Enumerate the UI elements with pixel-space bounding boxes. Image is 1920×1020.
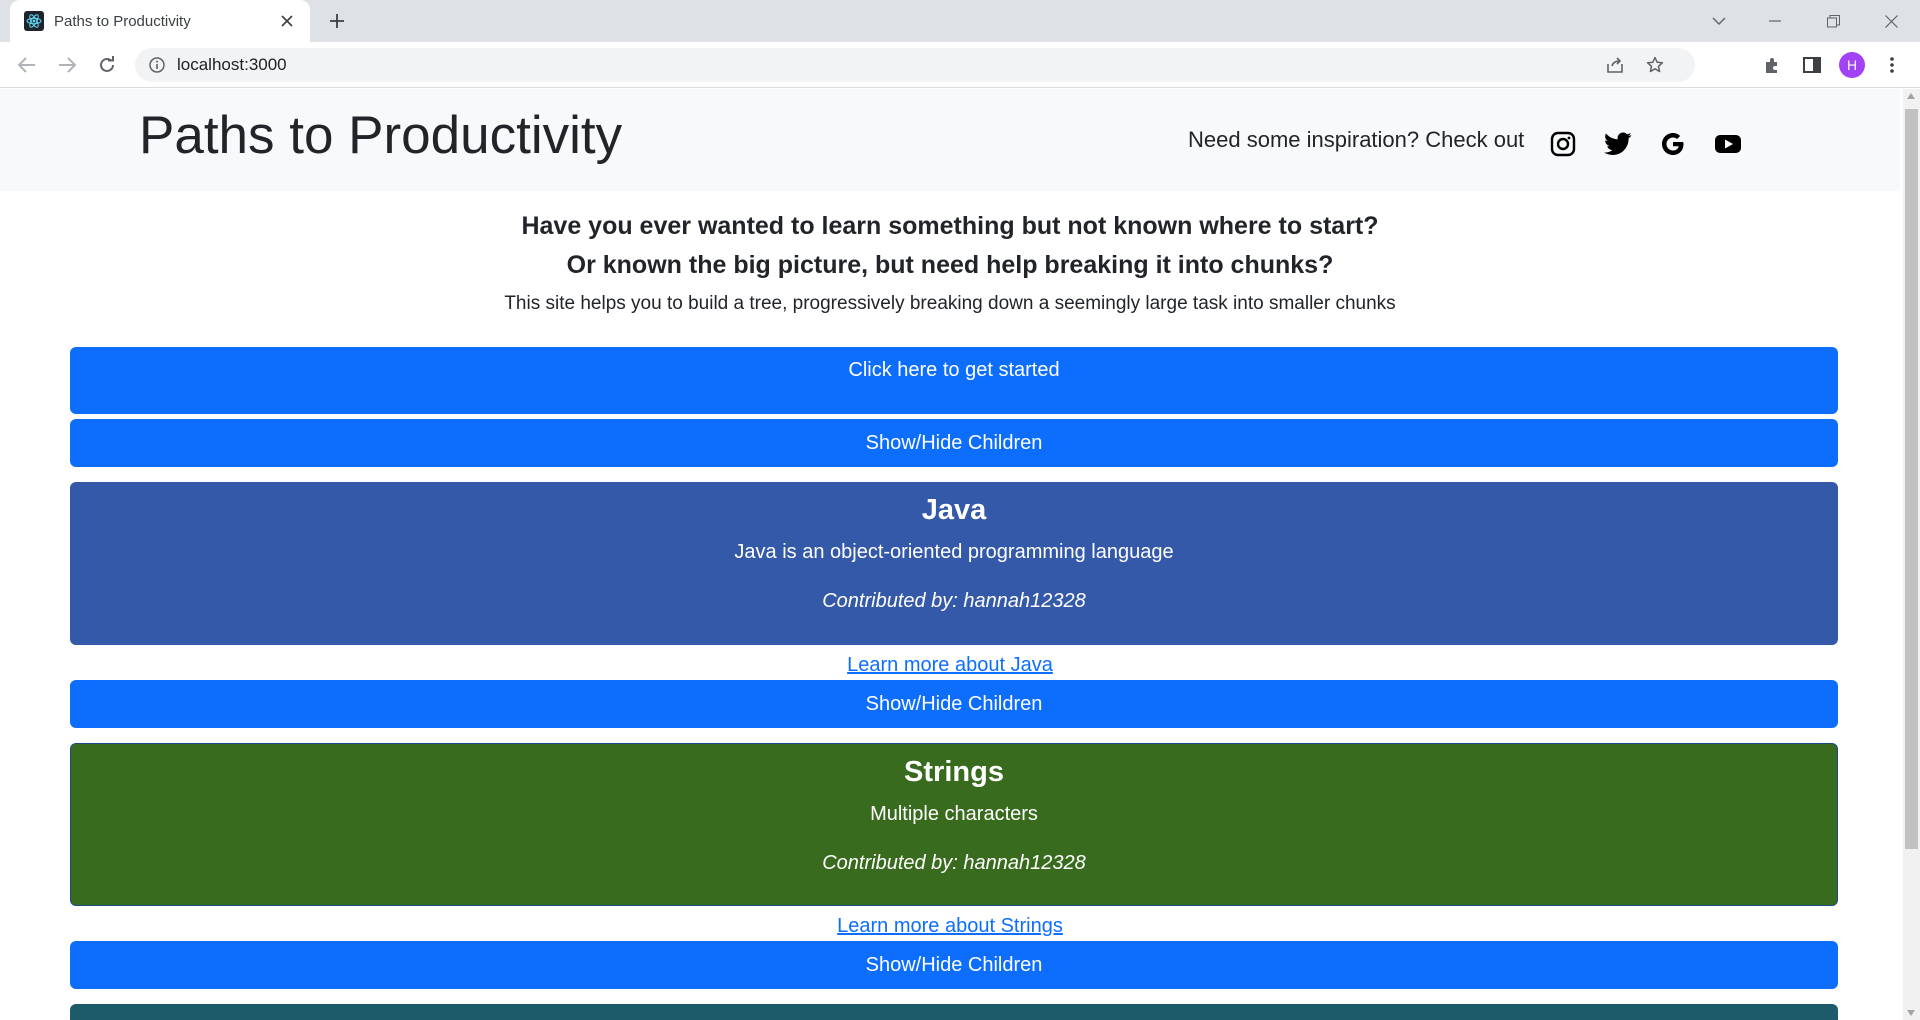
node-description: Multiple characters [870,803,1038,825]
side-panel-icon[interactable] [1797,50,1827,80]
node-contributor: Contributed by: hannah12328 [822,590,1086,612]
toggle-children-label: Show/Hide Children [865,953,1043,976]
page-viewport: Paths to Productivity Need some inspirat… [0,89,1900,1020]
inspiration-text: Need some inspiration? Check out [1188,127,1525,152]
more-vert-icon[interactable] [1877,50,1907,80]
avatar: H [1839,52,1865,78]
instagram-icon[interactable] [1548,129,1578,159]
browser-tab[interactable]: Paths to Productivity [10,0,310,42]
node-card-strings: Strings Multiple characters Contributed … [70,743,1838,906]
learn-more-label[interactable]: Learn more about Java [847,654,1053,676]
scroll-thumb[interactable] [1905,109,1918,849]
page-scrollbar[interactable] [1903,89,1920,1020]
learn-more-label[interactable]: Learn more about Strings [837,915,1063,937]
node-title: Java [921,494,987,526]
plus-icon[interactable] [322,8,352,34]
site-header: Paths to Productivity Need some inspirat… [0,89,1900,191]
forward-arrow-icon[interactable] [52,50,82,80]
toggle-children-button[interactable]: Show/Hide Children [70,941,1838,989]
learn-more-link-strings[interactable]: Learn more about Strings [0,915,1900,938]
node-title: Strings [904,756,1004,788]
minimize-icon[interactable] [1752,4,1798,38]
node-contributor: Contributed by: hannah12328 [822,852,1086,874]
star-icon[interactable] [1641,51,1669,79]
node-card-java: Java Java is an object-oriented programm… [70,482,1838,645]
close-icon[interactable] [276,10,298,32]
share-icon[interactable] [1601,51,1629,79]
tab-title: Paths to Productivity [54,12,191,30]
learn-more-link-java[interactable]: Learn more about Java [0,654,1900,677]
scroll-up-icon[interactable] [1907,93,1915,99]
intro-description: This site helps you to build a tree, pro… [504,293,1396,314]
extensions-icon[interactable] [1757,50,1787,80]
node-description: Java is an object-oriented programming l… [734,541,1174,563]
google-icon[interactable] [1658,129,1688,159]
get-started-label: Click here to get started [848,359,1060,381]
get-started-button[interactable]: Click here to get started [70,347,1838,414]
intro-question-2: Or known the big picture, but need help … [566,251,1334,279]
toggle-children-button[interactable]: Show/Hide Children [70,419,1838,467]
restore-icon[interactable] [1810,4,1856,38]
reload-icon[interactable] [92,50,122,80]
react-favicon-icon [24,11,44,31]
browser-tabstrip: Paths to Productivity [0,0,1920,42]
info-icon[interactable] [149,57,165,73]
toggle-children-label: Show/Hide Children [865,431,1043,454]
toggle-children-label: Show/Hide Children [865,692,1043,715]
node-card-partial [70,1004,1838,1020]
profile-avatar[interactable]: H [1837,50,1867,80]
chevron-down-icon[interactable] [1696,4,1742,38]
intro-question-1: Have you ever wanted to learn something … [521,212,1379,240]
youtube-icon[interactable] [1713,129,1743,159]
window-close-icon[interactable] [1868,4,1914,38]
twitter-icon[interactable] [1603,129,1633,159]
url-text: localhost:3000 [177,55,287,74]
toggle-children-button[interactable]: Show/Hide Children [70,680,1838,728]
browser-toolbar: localhost:3000 H [0,42,1920,88]
scroll-down-icon[interactable] [1907,1010,1915,1016]
back-arrow-icon[interactable] [12,50,42,80]
page-title: Paths to Productivity [139,106,623,165]
address-bar[interactable]: localhost:3000 [135,48,1695,82]
